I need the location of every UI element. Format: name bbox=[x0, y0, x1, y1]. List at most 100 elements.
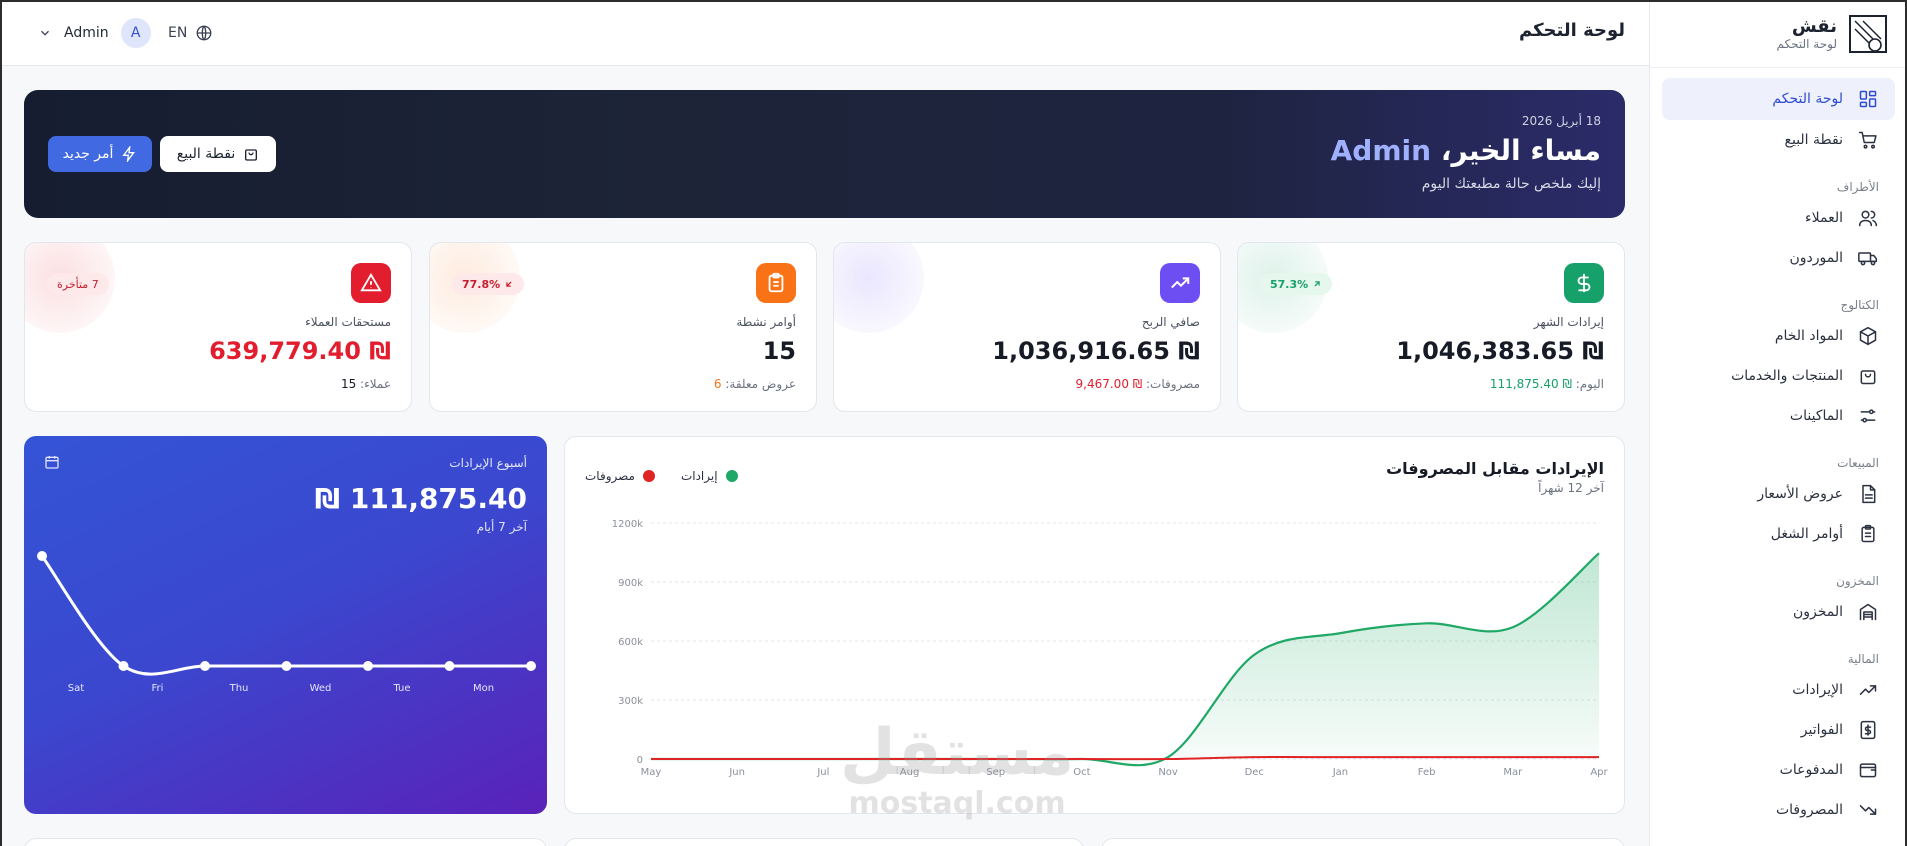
bottom-card bbox=[24, 838, 547, 846]
status-badge: 77.8% bbox=[452, 273, 525, 295]
language-code: EN bbox=[168, 25, 188, 41]
bag-icon bbox=[245, 149, 258, 161]
pos-button-label: نقطة البيع bbox=[176, 146, 236, 162]
stat-footer: مصروفات: ₪ 9,467.00 bbox=[1076, 377, 1200, 391]
sidebar-item-label: نقطة البيع bbox=[1784, 132, 1843, 148]
new-order-button[interactable]: أمر جديد bbox=[48, 136, 152, 172]
sidebar-item-invoice[interactable]: الفواتير bbox=[1662, 710, 1895, 750]
sidebar-item-cart[interactable]: نقطة البيع bbox=[1662, 120, 1895, 160]
legend-item-expenses[interactable]: مصروفات bbox=[585, 469, 655, 483]
revenue-area bbox=[651, 553, 1599, 766]
status-badge: 57.3% bbox=[1260, 273, 1333, 295]
y-tick-label: 600k bbox=[618, 637, 643, 648]
dollar-icon bbox=[1564, 263, 1604, 303]
page-title: لوحة التحكم bbox=[1518, 20, 1625, 41]
badge-text: 77.8% bbox=[462, 277, 501, 291]
stat-value: ₪ 1,036,916.65 bbox=[992, 337, 1200, 365]
language-switcher[interactable]: EN bbox=[168, 24, 213, 42]
weekly-point[interactable] bbox=[200, 661, 210, 671]
stat-footer: اليوم: ₪ 111,875.40 bbox=[1490, 377, 1604, 391]
badge-text: 7 متأخرة bbox=[57, 277, 99, 291]
legend-dot bbox=[642, 470, 655, 482]
hero-greeting: مساء الخير، Admin bbox=[1331, 134, 1601, 167]
weekly-point[interactable] bbox=[37, 551, 47, 561]
sidebar-item-label: العملاء bbox=[1805, 210, 1843, 226]
sidebar-item-label: لوحة التحكم bbox=[1772, 91, 1843, 107]
clipboard-icon bbox=[1857, 523, 1879, 545]
cart-icon bbox=[1857, 129, 1879, 151]
weekly-point[interactable] bbox=[118, 661, 129, 671]
chart-legend: إيرادات مصروفات bbox=[585, 469, 738, 483]
sidebar-section-title: الأطراف bbox=[1836, 180, 1879, 194]
day-label: Thu bbox=[229, 683, 249, 694]
greeting-text: مساء الخير، bbox=[1440, 134, 1601, 167]
sidebar-item-truck[interactable]: الموردون bbox=[1662, 238, 1895, 278]
stat-label: أوامر نشطة bbox=[736, 315, 796, 329]
day-label: Wed bbox=[310, 683, 332, 694]
file-icon bbox=[1857, 483, 1879, 505]
sidebar-item-label: الفواتير bbox=[1800, 722, 1843, 738]
legend-label: مصروفات bbox=[585, 469, 635, 483]
calendar-icon[interactable] bbox=[44, 454, 60, 470]
sidebar-item-label: عروض الأسعار bbox=[1757, 486, 1843, 502]
y-tick-label: 1200k bbox=[612, 519, 643, 530]
trend-up-icon bbox=[1160, 263, 1200, 303]
stat-footer: عروض معلقة: 6 bbox=[714, 377, 796, 391]
x-tick-label: Apr bbox=[1590, 767, 1608, 778]
x-tick-label: Jul bbox=[816, 767, 829, 778]
truck-icon bbox=[1857, 247, 1879, 269]
hero-date: 18 أبريل 2026 bbox=[1521, 114, 1601, 128]
weekly-point[interactable] bbox=[363, 661, 373, 671]
stat-card-active-orders[interactable]: 77.8% أوامر نشطة 15 عروض معلقة: 6 bbox=[429, 242, 817, 412]
sidebar-item-label: المخزون bbox=[1792, 604, 1843, 620]
brand[interactable]: نقش لوحة التحكم bbox=[1650, 0, 1907, 68]
revenue-chart-svg: 0300k600k900k1200kMay Jun Jul Aug Sep Oct Nov D… bbox=[612, 519, 1609, 778]
sidebar: نقش لوحة التحكم لوحة التحكم نقطة البيع الأ… bbox=[1649, 0, 1907, 846]
sidebar-item-clipboard[interactable]: أوامر الشغل bbox=[1662, 514, 1895, 554]
sidebar-item-dashboard[interactable]: لوحة التحكم bbox=[1662, 78, 1895, 120]
y-tick-label: 300k bbox=[618, 696, 643, 707]
sidebar-item-warehouse[interactable]: المخزون bbox=[1662, 592, 1895, 632]
x-tick-label: Dec bbox=[1245, 767, 1264, 778]
logo-icon bbox=[1849, 14, 1887, 53]
footer-value: ₪ 9,467.00 bbox=[1075, 377, 1143, 391]
sidebar-item-box[interactable]: المواد الخام bbox=[1662, 316, 1895, 356]
bottom-card bbox=[1101, 838, 1625, 846]
stat-card-net-profit[interactable]: صافي الربح ₪ 1,036,916.65 مصروفات: ₪ 9,4… bbox=[833, 242, 1221, 412]
day-label: Fri bbox=[152, 683, 164, 694]
footer-label: عروض معلقة: bbox=[725, 377, 796, 391]
x-tick-label: Feb bbox=[1418, 767, 1436, 778]
globe-icon bbox=[196, 25, 212, 41]
chart-subtitle: آخر 12 شهراً bbox=[1538, 481, 1604, 495]
sidebar-item-users[interactable]: العملاء bbox=[1662, 198, 1895, 238]
sidebar-item-sliders[interactable]: الماكينات bbox=[1662, 396, 1895, 436]
day-label: Mon bbox=[473, 683, 494, 694]
sidebar-item-label: المنتجات والخدمات bbox=[1731, 368, 1843, 384]
day-label: Sat bbox=[68, 683, 84, 694]
stat-card-receivables[interactable]: 7 متأخرة مستحقات العملاء ₪ 639,779.40 عم… bbox=[24, 242, 412, 412]
avatar: A bbox=[120, 18, 151, 48]
welcome-banner: 18 أبريل 2026 مساء الخير، Admin إليك ملخ… bbox=[24, 90, 1625, 218]
pos-button[interactable]: نقطة البيع bbox=[160, 136, 276, 172]
revenue-expenses-chart: 0 300k 600k 900k 1200k May Jun Jul Aug Sep Oct Nov D… bbox=[564, 436, 1625, 814]
weekly-point[interactable] bbox=[444, 661, 455, 671]
weekly-revenue-card: SatFriThuWedTueMonSun أسبوع الإيرادات ₪ … bbox=[24, 436, 547, 814]
legend-item-revenue[interactable]: إيرادات bbox=[681, 469, 738, 483]
stat-value: 15 bbox=[762, 337, 796, 365]
sidebar-item-label: المدفوعات bbox=[1779, 762, 1843, 778]
sidebar-item-wallet[interactable]: المدفوعات bbox=[1662, 750, 1895, 790]
sidebar-item-bag[interactable]: المنتجات والخدمات bbox=[1662, 356, 1895, 396]
weekly-point[interactable] bbox=[281, 661, 292, 671]
x-tick-label: Jun bbox=[728, 767, 745, 778]
sidebar-section-title: المالية bbox=[1847, 652, 1879, 666]
sidebar-item-trend-down[interactable]: المصروفات bbox=[1662, 790, 1895, 830]
weekly-point[interactable] bbox=[526, 661, 536, 671]
stat-value: ₪ 1,046,383.65 bbox=[1396, 337, 1604, 365]
bag-icon bbox=[1857, 365, 1879, 387]
legend-label: إيرادات bbox=[680, 469, 718, 483]
status-badge: 7 متأخرة bbox=[47, 273, 109, 295]
user-menu[interactable]: Admin A bbox=[38, 18, 151, 48]
stat-card-monthly-revenue[interactable]: 57.3% إيرادات الشهر ₪ 1,046,383.65 اليوم… bbox=[1237, 242, 1625, 412]
sidebar-item-file[interactable]: عروض الأسعار bbox=[1662, 474, 1895, 514]
sidebar-item-trend-up[interactable]: الإيرادات bbox=[1662, 670, 1895, 710]
